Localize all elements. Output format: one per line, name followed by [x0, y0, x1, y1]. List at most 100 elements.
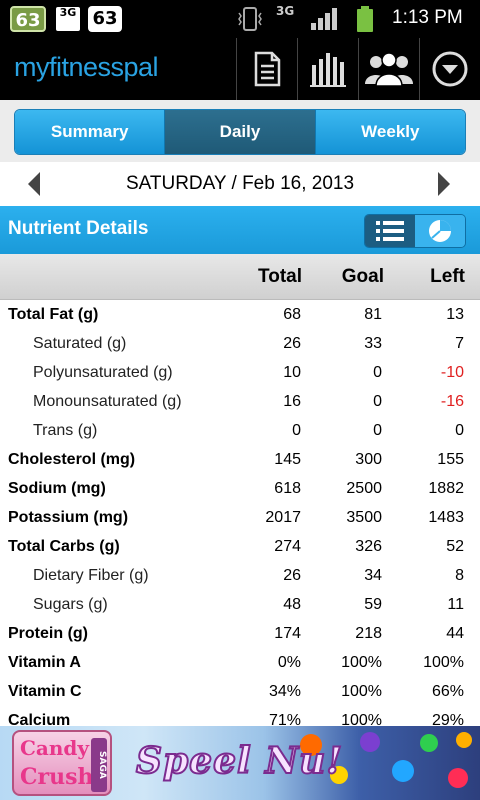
goal-value: 33: [364, 335, 382, 352]
left-value: 0: [455, 422, 464, 439]
total-value: 26: [283, 335, 301, 352]
left-value: 8: [455, 567, 464, 584]
menu-button[interactable]: [419, 38, 479, 100]
notes-button[interactable]: [236, 38, 296, 100]
column-header-total: Total: [258, 266, 302, 287]
left-value: 13: [446, 306, 464, 323]
nutrient-details-header: Nutrient Details: [0, 206, 480, 254]
table-row: Sugars (g) 48 59 11: [0, 592, 480, 621]
chevron-down-circle-icon: [432, 51, 467, 87]
column-header-goal: Goal: [341, 266, 384, 287]
friends-icon: [364, 52, 413, 86]
tab-summary[interactable]: Summary: [15, 110, 166, 154]
table-header: Total Goal Left: [0, 254, 480, 300]
chart-icon: [309, 53, 346, 87]
table-row: Potassium (mg) 2017 3500 1483: [0, 505, 480, 534]
goal-value: 59: [364, 596, 382, 613]
app-header: myfitnesspal: [0, 38, 480, 100]
nutrient-name: Total Fat (g): [8, 306, 99, 323]
ad-brand-line1: Candy: [20, 736, 90, 760]
app-logo: myfitnesspal: [14, 52, 159, 82]
goal-value: 3500: [346, 509, 382, 526]
goal-value: 2500: [346, 480, 382, 497]
goal-value: 100%: [341, 683, 382, 700]
total-value: 10: [283, 364, 301, 381]
total-value: 48: [283, 596, 301, 613]
total-value: 26: [283, 567, 301, 584]
goal-value: 34: [364, 567, 382, 584]
section-title: Nutrient Details: [8, 218, 149, 239]
total-value: 618: [274, 480, 301, 497]
tab-weekly[interactable]: Weekly: [315, 110, 465, 154]
table-row: Total Fat (g) 68 81 13: [0, 302, 480, 331]
goal-value: 0: [373, 422, 382, 439]
view-tabs-container: Summary Daily Weekly: [0, 100, 480, 162]
nutrient-name: Saturated (g): [33, 335, 127, 352]
left-value: 44: [446, 625, 464, 642]
nutrient-name: Sugars (g): [33, 596, 108, 613]
total-value: 0%: [277, 654, 301, 671]
nutrient-name: Polyunsaturated (g): [33, 364, 173, 381]
goal-value: 100%: [341, 654, 382, 671]
left-value: 11: [447, 596, 464, 613]
goal-value: 326: [355, 538, 382, 555]
nutrient-name: Protein (g): [8, 625, 88, 642]
nutrient-name: Dietary Fiber (g): [33, 567, 149, 584]
left-value: -16: [440, 393, 464, 410]
reports-button[interactable]: [297, 38, 357, 100]
nutrient-name: Monounsaturated (g): [33, 393, 182, 410]
notification-count-badge: 63: [10, 6, 46, 32]
table-row: Monounsaturated (g) 16 0 -16: [0, 389, 480, 418]
pie-view-button[interactable]: [415, 215, 465, 247]
table-row: Trans (g) 0 0 0: [0, 418, 480, 447]
total-value: 274: [274, 538, 301, 555]
data-notification-icon: 3G: [56, 7, 80, 31]
left-value: 155: [437, 451, 464, 468]
nutrient-name: Potassium (mg): [8, 509, 129, 526]
list-view-button[interactable]: [365, 215, 415, 247]
table-row: Dietary Fiber (g) 26 34 8: [0, 563, 480, 592]
table-row: Sodium (mg) 618 2500 1882: [0, 476, 480, 505]
goal-value: 81: [364, 306, 382, 323]
candy-crush-logo: Candy Crush SAGA: [12, 730, 112, 796]
left-value: 100%: [423, 654, 464, 671]
left-value: 1483: [428, 509, 464, 526]
battery-icon: [357, 6, 373, 32]
date-navigator: SATURDAY / Feb 16, 2013: [0, 162, 480, 206]
clock: 1:13 PM: [392, 7, 463, 28]
notes-icon: [254, 51, 280, 87]
ad-banner[interactable]: Candy Crush SAGA Speel Nu!: [0, 726, 480, 800]
left-value: 1882: [428, 480, 464, 497]
tab-daily[interactable]: Daily: [165, 110, 316, 154]
view-tabs: Summary Daily Weekly: [14, 109, 466, 155]
list-icon: [376, 221, 404, 241]
view-mode-toggle: [364, 214, 466, 248]
nutrient-name: Trans (g): [33, 422, 98, 439]
nutrient-name: Vitamin C: [8, 683, 82, 700]
left-value: 66%: [431, 683, 464, 700]
ad-brand-line2: Crush: [20, 764, 94, 790]
status-bar: 63 3G 63 3G 1:13 PM: [0, 0, 480, 38]
next-day-arrow-icon[interactable]: [436, 171, 452, 197]
table-row: Total Carbs (g) 274 326 52: [0, 534, 480, 563]
table-row: Vitamin A 0% 100% 100%: [0, 650, 480, 679]
table-row: Cholesterol (mg) 145 300 155: [0, 447, 480, 476]
table-row: Polyunsaturated (g) 10 0 -10: [0, 360, 480, 389]
goal-value: 0: [373, 393, 382, 410]
vibrate-icon: [238, 7, 262, 31]
total-value: 0: [292, 422, 301, 439]
goal-value: 300: [355, 451, 382, 468]
table-row: Vitamin C 34% 100% 66%: [0, 679, 480, 708]
nutrient-name: Cholesterol (mg): [8, 451, 136, 468]
nutrient-table: Total Fat (g) 68 81 13 Saturated (g) 26 33 7 Pol…: [0, 302, 480, 737]
total-value: 34%: [268, 683, 301, 700]
left-value: 52: [446, 538, 464, 555]
data-notification-label: 3G: [59, 6, 77, 19]
table-row: Saturated (g) 26 33 7: [0, 331, 480, 360]
total-value: 174: [274, 625, 301, 642]
total-value: 68: [283, 306, 301, 323]
nutrient-name: Total Carbs (g): [8, 538, 120, 555]
friends-button[interactable]: [358, 38, 418, 100]
total-value: 145: [274, 451, 301, 468]
network-type-label: 3G: [276, 4, 295, 18]
